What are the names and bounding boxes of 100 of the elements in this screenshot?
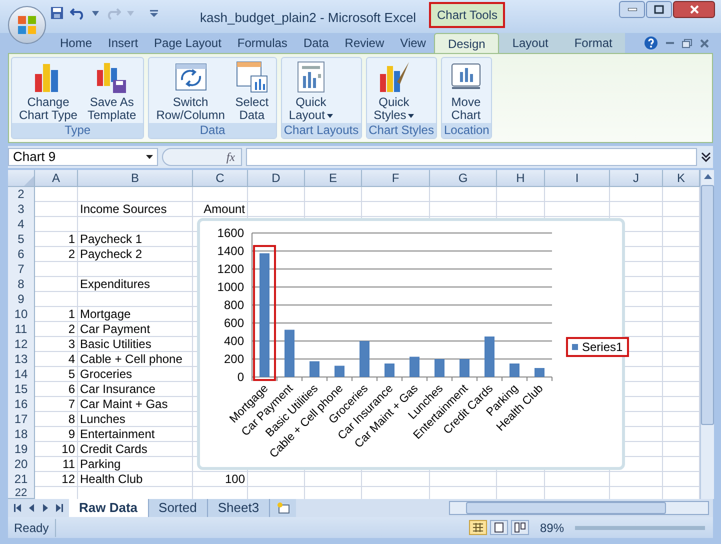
column-header[interactable]: E: [305, 170, 362, 187]
horizontal-scrollbar-thumb[interactable]: [466, 502, 666, 514]
page-layout-icon[interactable]: [490, 520, 508, 535]
name-box[interactable]: Chart 9: [8, 148, 158, 166]
ribbon-tab[interactable]: Review: [336, 33, 392, 53]
chart-bar[interactable]: [410, 356, 420, 377]
row-header[interactable]: 13: [8, 352, 35, 368]
row-header[interactable]: 5: [8, 232, 35, 248]
column-header[interactable]: B: [78, 170, 193, 187]
table-cell-text: 11: [62, 457, 76, 473]
table-cell-text: 5: [67, 367, 76, 383]
ribbon-button[interactable]: Select Data: [230, 58, 274, 123]
axis-label: 1000: [217, 280, 244, 294]
row-header[interactable]: 3: [8, 202, 35, 218]
dropdown-icon: [146, 155, 153, 159]
row-header[interactable]: 15: [8, 382, 35, 398]
table-cell-text: 9: [67, 427, 76, 443]
close-icon[interactable]: [700, 38, 709, 48]
ribbon-button[interactable]: Save As Template: [82, 58, 142, 123]
close-button[interactable]: [673, 1, 715, 18]
undo-icon[interactable]: [70, 6, 86, 20]
axis-label: 1400: [217, 244, 244, 258]
page-break-icon[interactable]: [510, 520, 529, 535]
sheet-nav-icon[interactable]: [56, 504, 63, 512]
help-icon[interactable]: [644, 36, 658, 50]
redo-icon: [105, 6, 121, 20]
row-header[interactable]: 2: [8, 187, 35, 203]
row-header[interactable]: 6: [8, 247, 35, 263]
ribbon-tab[interactable]: Page Layout: [146, 33, 230, 53]
row-header[interactable]: 22: [8, 487, 35, 499]
row-header[interactable]: 10: [8, 307, 35, 323]
column-header[interactable]: G: [430, 170, 497, 187]
formula-field[interactable]: [246, 148, 697, 166]
minimize-button[interactable]: [619, 1, 645, 18]
row-header[interactable]: 21: [8, 472, 35, 488]
column-header[interactable]: F: [362, 170, 430, 187]
chart-legend[interactable]: Series1: [566, 337, 629, 357]
ribbon-button[interactable]: Quick Styles: [368, 58, 420, 123]
table-cell-text: Entertainment: [79, 427, 156, 443]
column-header[interactable]: H: [497, 170, 545, 187]
sheet-nav-icon[interactable]: [14, 504, 21, 512]
restore-icon[interactable]: [682, 38, 692, 48]
column-header[interactable]: C: [193, 170, 248, 187]
ribbon-button[interactable]: Move Chart: [444, 58, 488, 123]
scrollbar-thumb[interactable]: [701, 185, 714, 425]
column-header[interactable]: I: [545, 170, 610, 187]
normal-view-icon[interactable]: [468, 520, 487, 535]
insert-sheet-tab[interactable]: [269, 499, 296, 517]
table-cell-text: Mortgage: [79, 307, 132, 323]
row-header[interactable]: 20: [8, 457, 35, 473]
expand-icon[interactable]: [701, 152, 711, 162]
save-icon[interactable]: [50, 6, 64, 20]
row-header[interactable]: 9: [8, 292, 35, 308]
ribbon-tab[interactable]: Format: [561, 33, 626, 53]
chart-disk-icon: [94, 60, 129, 94]
button-label: Chart Type: [19, 109, 78, 122]
axis-label: 400: [224, 334, 244, 348]
row-header[interactable]: 4: [8, 217, 35, 233]
chart-bar[interactable]: [334, 366, 344, 377]
row-header[interactable]: 19: [8, 442, 35, 458]
ribbon-tab[interactable]: Insert: [100, 33, 146, 53]
ribbon-tab[interactable]: Design: [434, 33, 500, 53]
ribbon-tab[interactable]: View: [392, 33, 434, 53]
row-header[interactable]: 16: [8, 397, 35, 413]
ribbon-tab[interactable]: Home: [52, 33, 100, 53]
row-header[interactable]: 14: [8, 367, 35, 383]
row-header[interactable]: 12: [8, 337, 35, 353]
row-header[interactable]: 11: [8, 322, 35, 338]
ribbon-tab[interactable]: Layout: [499, 33, 562, 53]
dropdown-icon: [408, 114, 414, 118]
table-cell-text: Health Club: [79, 472, 144, 488]
scroll-up-icon[interactable]: [704, 174, 712, 179]
restore-button[interactable]: [646, 1, 672, 18]
table-cell-text: 1: [67, 307, 76, 323]
sheet-tab[interactable]: Sheet3: [206, 499, 270, 517]
context-tab-label: Chart Tools: [429, 2, 506, 28]
zoom-level[interactable]: 89%: [540, 518, 564, 536]
ribbon-button[interactable]: Switch Row/Column: [151, 58, 230, 123]
table-cell-text: Cable + Cell phone: [79, 352, 184, 368]
fx-button[interactable]: fx: [162, 148, 242, 166]
ribbon-button[interactable]: Change Chart Type: [14, 58, 82, 123]
column-header[interactable]: A: [35, 170, 78, 187]
dropdown-icon[interactable]: [92, 10, 99, 16]
sheet-tab[interactable]: Raw Data: [69, 499, 148, 517]
chart-bar[interactable]: [310, 361, 320, 377]
ribbon-tab[interactable]: Formulas: [229, 33, 296, 53]
button-label: Data: [239, 109, 265, 122]
row-header[interactable]: 18: [8, 427, 35, 443]
customize-toolbar-icon[interactable]: [150, 10, 158, 16]
row-header[interactable]: 17: [8, 412, 35, 428]
row-header[interactable]: 7: [8, 262, 35, 278]
axis-label: 600: [224, 316, 244, 330]
sheet-tab[interactable]: Sorted: [148, 499, 207, 517]
column-header[interactable]: J: [610, 170, 663, 187]
table-cell-text: Amount: [202, 202, 246, 218]
row-header[interactable]: 8: [8, 277, 35, 293]
ribbon-tab[interactable]: Data: [295, 33, 337, 53]
table-cell-text: Car Maint + Gas: [79, 397, 169, 413]
ribbon-button[interactable]: Quick Layout: [284, 58, 338, 123]
column-header[interactable]: D: [248, 170, 305, 187]
